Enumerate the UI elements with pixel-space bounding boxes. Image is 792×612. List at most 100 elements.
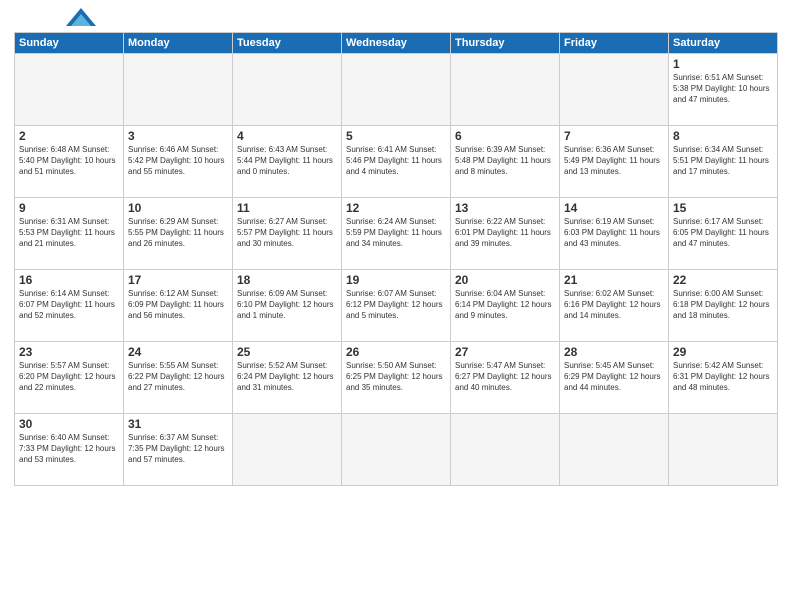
day-number: 4 — [237, 129, 337, 143]
calendar-week-2: 2Sunrise: 6:48 AM Sunset: 5:40 PM Daylig… — [15, 126, 778, 198]
calendar-cell — [451, 54, 560, 126]
day-number: 29 — [673, 345, 773, 359]
calendar-cell: 31Sunrise: 6:37 AM Sunset: 7:35 PM Dayli… — [124, 414, 233, 486]
day-number: 12 — [346, 201, 446, 215]
day-info: Sunrise: 6:48 AM Sunset: 5:40 PM Dayligh… — [19, 144, 119, 178]
day-number: 19 — [346, 273, 446, 287]
day-info: Sunrise: 5:50 AM Sunset: 6:25 PM Dayligh… — [346, 360, 446, 394]
day-info: Sunrise: 6:17 AM Sunset: 6:05 PM Dayligh… — [673, 216, 773, 250]
calendar-week-1: 1Sunrise: 6:51 AM Sunset: 5:38 PM Daylig… — [15, 54, 778, 126]
calendar-cell: 27Sunrise: 5:47 AM Sunset: 6:27 PM Dayli… — [451, 342, 560, 414]
day-number: 16 — [19, 273, 119, 287]
day-number: 27 — [455, 345, 555, 359]
day-number: 6 — [455, 129, 555, 143]
day-number: 18 — [237, 273, 337, 287]
calendar-cell: 18Sunrise: 6:09 AM Sunset: 6:10 PM Dayli… — [233, 270, 342, 342]
day-info: Sunrise: 6:00 AM Sunset: 6:18 PM Dayligh… — [673, 288, 773, 322]
calendar-cell: 23Sunrise: 5:57 AM Sunset: 6:20 PM Dayli… — [15, 342, 124, 414]
day-number: 25 — [237, 345, 337, 359]
calendar-cell — [451, 414, 560, 486]
calendar-week-3: 9Sunrise: 6:31 AM Sunset: 5:53 PM Daylig… — [15, 198, 778, 270]
day-info: Sunrise: 6:34 AM Sunset: 5:51 PM Dayligh… — [673, 144, 773, 178]
day-info: Sunrise: 6:51 AM Sunset: 5:38 PM Dayligh… — [673, 72, 773, 106]
day-info: Sunrise: 6:14 AM Sunset: 6:07 PM Dayligh… — [19, 288, 119, 322]
day-info: Sunrise: 6:37 AM Sunset: 7:35 PM Dayligh… — [128, 432, 228, 466]
calendar-cell — [15, 54, 124, 126]
day-info: Sunrise: 6:12 AM Sunset: 6:09 PM Dayligh… — [128, 288, 228, 322]
calendar-cell: 26Sunrise: 5:50 AM Sunset: 6:25 PM Dayli… — [342, 342, 451, 414]
calendar-cell: 28Sunrise: 5:45 AM Sunset: 6:29 PM Dayli… — [560, 342, 669, 414]
calendar-cell — [669, 414, 778, 486]
calendar-header-monday: Monday — [124, 33, 233, 54]
day-number: 13 — [455, 201, 555, 215]
day-info: Sunrise: 5:42 AM Sunset: 6:31 PM Dayligh… — [673, 360, 773, 394]
day-info: Sunrise: 6:24 AM Sunset: 5:59 PM Dayligh… — [346, 216, 446, 250]
calendar-header-friday: Friday — [560, 33, 669, 54]
day-number: 10 — [128, 201, 228, 215]
calendar-header-tuesday: Tuesday — [233, 33, 342, 54]
day-info: Sunrise: 5:52 AM Sunset: 6:24 PM Dayligh… — [237, 360, 337, 394]
calendar-cell: 2Sunrise: 6:48 AM Sunset: 5:40 PM Daylig… — [15, 126, 124, 198]
day-number: 17 — [128, 273, 228, 287]
calendar-cell: 20Sunrise: 6:04 AM Sunset: 6:14 PM Dayli… — [451, 270, 560, 342]
calendar-cell: 17Sunrise: 6:12 AM Sunset: 6:09 PM Dayli… — [124, 270, 233, 342]
calendar-cell: 22Sunrise: 6:00 AM Sunset: 6:18 PM Dayli… — [669, 270, 778, 342]
calendar-cell: 9Sunrise: 6:31 AM Sunset: 5:53 PM Daylig… — [15, 198, 124, 270]
calendar-cell: 5Sunrise: 6:41 AM Sunset: 5:46 PM Daylig… — [342, 126, 451, 198]
calendar-cell: 1Sunrise: 6:51 AM Sunset: 5:38 PM Daylig… — [669, 54, 778, 126]
day-info: Sunrise: 5:45 AM Sunset: 6:29 PM Dayligh… — [564, 360, 664, 394]
calendar-cell — [233, 414, 342, 486]
day-info: Sunrise: 5:55 AM Sunset: 6:22 PM Dayligh… — [128, 360, 228, 394]
day-number: 2 — [19, 129, 119, 143]
day-number: 5 — [346, 129, 446, 143]
day-number: 30 — [19, 417, 119, 431]
day-number: 14 — [564, 201, 664, 215]
day-info: Sunrise: 6:39 AM Sunset: 5:48 PM Dayligh… — [455, 144, 555, 178]
calendar-cell: 24Sunrise: 5:55 AM Sunset: 6:22 PM Dayli… — [124, 342, 233, 414]
day-info: Sunrise: 6:43 AM Sunset: 5:44 PM Dayligh… — [237, 144, 337, 178]
calendar-cell: 14Sunrise: 6:19 AM Sunset: 6:03 PM Dayli… — [560, 198, 669, 270]
calendar-cell: 7Sunrise: 6:36 AM Sunset: 5:49 PM Daylig… — [560, 126, 669, 198]
calendar-cell — [560, 414, 669, 486]
calendar-header-sunday: Sunday — [15, 33, 124, 54]
day-number: 31 — [128, 417, 228, 431]
day-number: 21 — [564, 273, 664, 287]
day-info: Sunrise: 6:40 AM Sunset: 7:33 PM Dayligh… — [19, 432, 119, 466]
day-info: Sunrise: 6:22 AM Sunset: 6:01 PM Dayligh… — [455, 216, 555, 250]
logo-icon — [66, 8, 96, 26]
calendar-cell: 19Sunrise: 6:07 AM Sunset: 6:12 PM Dayli… — [342, 270, 451, 342]
day-number: 15 — [673, 201, 773, 215]
day-number: 9 — [19, 201, 119, 215]
day-info: Sunrise: 6:36 AM Sunset: 5:49 PM Dayligh… — [564, 144, 664, 178]
day-info: Sunrise: 6:27 AM Sunset: 5:57 PM Dayligh… — [237, 216, 337, 250]
calendar-cell: 15Sunrise: 6:17 AM Sunset: 6:05 PM Dayli… — [669, 198, 778, 270]
calendar-cell: 4Sunrise: 6:43 AM Sunset: 5:44 PM Daylig… — [233, 126, 342, 198]
day-info: Sunrise: 6:04 AM Sunset: 6:14 PM Dayligh… — [455, 288, 555, 322]
day-number: 11 — [237, 201, 337, 215]
calendar-cell — [124, 54, 233, 126]
calendar-cell: 11Sunrise: 6:27 AM Sunset: 5:57 PM Dayli… — [233, 198, 342, 270]
calendar-header-wednesday: Wednesday — [342, 33, 451, 54]
calendar-header-row: SundayMondayTuesdayWednesdayThursdayFrid… — [15, 33, 778, 54]
calendar-cell: 25Sunrise: 5:52 AM Sunset: 6:24 PM Dayli… — [233, 342, 342, 414]
day-info: Sunrise: 6:31 AM Sunset: 5:53 PM Dayligh… — [19, 216, 119, 250]
day-info: Sunrise: 6:19 AM Sunset: 6:03 PM Dayligh… — [564, 216, 664, 250]
day-info: Sunrise: 6:09 AM Sunset: 6:10 PM Dayligh… — [237, 288, 337, 322]
calendar-week-5: 23Sunrise: 5:57 AM Sunset: 6:20 PM Dayli… — [15, 342, 778, 414]
calendar-header-thursday: Thursday — [451, 33, 560, 54]
day-number: 3 — [128, 129, 228, 143]
calendar-cell: 13Sunrise: 6:22 AM Sunset: 6:01 PM Dayli… — [451, 198, 560, 270]
calendar-cell: 30Sunrise: 6:40 AM Sunset: 7:33 PM Dayli… — [15, 414, 124, 486]
calendar-week-4: 16Sunrise: 6:14 AM Sunset: 6:07 PM Dayli… — [15, 270, 778, 342]
day-number: 28 — [564, 345, 664, 359]
day-number: 8 — [673, 129, 773, 143]
day-number: 1 — [673, 57, 773, 71]
calendar-cell: 12Sunrise: 6:24 AM Sunset: 5:59 PM Dayli… — [342, 198, 451, 270]
day-number: 23 — [19, 345, 119, 359]
calendar-cell — [233, 54, 342, 126]
calendar-cell — [342, 54, 451, 126]
calendar-cell: 10Sunrise: 6:29 AM Sunset: 5:55 PM Dayli… — [124, 198, 233, 270]
day-info: Sunrise: 5:57 AM Sunset: 6:20 PM Dayligh… — [19, 360, 119, 394]
calendar-week-6: 30Sunrise: 6:40 AM Sunset: 7:33 PM Dayli… — [15, 414, 778, 486]
calendar-cell: 8Sunrise: 6:34 AM Sunset: 5:51 PM Daylig… — [669, 126, 778, 198]
